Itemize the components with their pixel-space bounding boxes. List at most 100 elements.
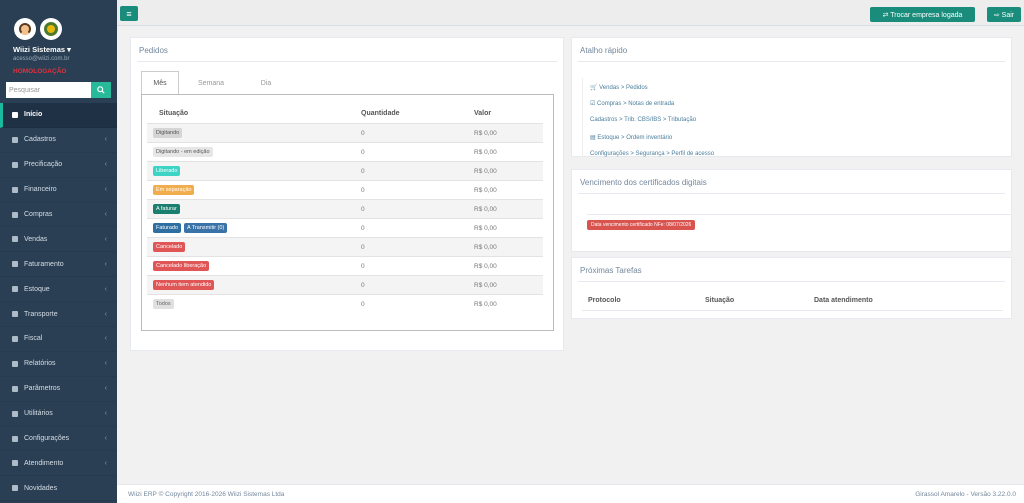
sunflower-icon	[44, 22, 58, 36]
sidebar-item-label: Vendas	[24, 235, 48, 243]
sidebar-item-14[interactable]: Atendimento ‹	[0, 451, 117, 477]
tasks-title: Próximas Tarefas	[580, 266, 642, 275]
sidebar-item-5[interactable]: Vendas ‹	[0, 227, 117, 253]
col-header-data-atendimento: Data atendimento	[814, 297, 873, 304]
sidebar-item-label: Estoque	[24, 285, 50, 293]
shortcut-cadastros-tributacao[interactable]: Cadastros > Trib. CBS/IBS > Tributação	[590, 117, 696, 123]
cart-icon	[12, 211, 18, 218]
value-cell: R$ 0,00	[474, 301, 497, 308]
shortcuts-panel: Atalho rápido 🛒 Vendas > Pedidos ☑ Compr…	[571, 37, 1012, 158]
status-badge[interactable]: Liberado	[153, 166, 181, 176]
tab-dia[interactable]: Dia	[246, 71, 286, 95]
sidebar-item-3[interactable]: Financeiro ‹	[0, 178, 117, 203]
quantity-cell: 0	[361, 263, 365, 270]
sidebar-item-label: Relatórios	[24, 360, 56, 368]
status-badge[interactable]: A Transmitir (0)	[184, 223, 228, 233]
table-row: Faturado A Transmitir (0) 0 R$ 0,00	[147, 218, 543, 237]
orders-title: Pedidos	[139, 46, 168, 55]
status-badge[interactable]: Cancelado liberação	[153, 261, 210, 271]
quantity-cell: 0	[361, 149, 365, 156]
sliders-icon	[12, 385, 18, 392]
sidebar-search	[6, 82, 111, 98]
switch-company-button[interactable]: ⇄ Trocar empresa logada	[870, 7, 975, 22]
user-face-icon	[19, 23, 31, 35]
sidebar-item-label: Faturamento	[24, 260, 64, 268]
tab-semana[interactable]: Semana	[191, 71, 231, 95]
report-icon	[12, 360, 18, 367]
chevron-left-icon: ‹	[104, 161, 107, 169]
sidebar-item-1[interactable]: Cadastros ‹	[0, 128, 117, 153]
sidebar-item-label: Compras	[24, 211, 53, 218]
shortcut-compras-notas[interactable]: ☑ Compras > Notas de entrada	[590, 100, 674, 107]
sidebar-item-13[interactable]: Configurações ‹	[0, 427, 117, 452]
value-cell: R$ 0,00	[474, 225, 497, 232]
sidebar-item-label: Atendimento	[24, 459, 64, 467]
sidebar-item-4[interactable]: Compras ‹	[0, 203, 117, 228]
price-icon	[12, 161, 18, 168]
chart-icon	[12, 261, 18, 268]
sidebar-item-label: Precificação	[24, 161, 63, 169]
chevron-left-icon: ‹	[104, 285, 107, 293]
sidebar-item-15[interactable]: Novidades	[0, 476, 117, 502]
status-badge[interactable]: Digitando	[153, 128, 183, 138]
search-button[interactable]	[91, 82, 111, 98]
footer-copyright: Wiizi ERP © Copyright 2016-2026 Wiizi Si…	[128, 491, 285, 498]
value-cell: R$ 0,00	[474, 282, 497, 289]
divider	[137, 61, 557, 62]
chevron-left-icon: ‹	[104, 260, 107, 268]
status-badge[interactable]: Todos	[153, 299, 174, 309]
table-row: Cancelado 0 R$ 0,00	[147, 237, 543, 256]
certificate-expiry-badge: Data vencimento certificado NFe: 08/07/2…	[587, 220, 696, 230]
shortcut-vendas-pedidos[interactable]: 🛒 Vendas > Pedidos	[590, 84, 648, 91]
orders-tabs: Mês Semana Dia	[141, 71, 552, 95]
sidebar-item-2[interactable]: Precificação ‹	[0, 153, 117, 178]
quantity-cell: 0	[361, 282, 365, 289]
gear-icon	[12, 435, 18, 442]
logout-button[interactable]: ⇨ Sair	[987, 7, 1021, 22]
user-name[interactable]: Wiizi Sistemas ▾	[13, 45, 71, 54]
certificates-panel: Vencimento dos certificados digitais Dat…	[571, 169, 1012, 252]
table-row: Liberado 0 R$ 0,00	[147, 161, 543, 180]
shortcut-config-perfil[interactable]: Configurações > Segurança > Perfil de ac…	[590, 151, 714, 157]
col-header-situacao: Situação	[159, 110, 189, 117]
bag-icon	[12, 236, 18, 243]
sidebar-item-0[interactable]: Início	[0, 103, 117, 128]
user-email: acesso@wiizi.com.br	[13, 56, 70, 62]
sidebar-item-label: Parâmetros	[24, 385, 61, 393]
sidebar-item-6[interactable]: Faturamento ‹	[0, 252, 117, 278]
status-badge[interactable]: Nenhum item atendido	[153, 280, 215, 290]
sidebar-item-12[interactable]: Utilitários ‹	[0, 402, 117, 427]
status-badge[interactable]: Cancelado	[153, 242, 186, 252]
chevron-left-icon: ‹	[104, 235, 107, 243]
quantity-cell: 0	[361, 187, 365, 194]
sidebar-item-8[interactable]: Transporte ‹	[0, 302, 117, 328]
tab-mes[interactable]: Mês	[141, 71, 179, 95]
table-row: Nenhum item atendido 0 R$ 0,00	[147, 275, 543, 294]
chevron-left-icon: ‹	[104, 410, 107, 418]
sidebar-item-10[interactable]: Relatórios ‹	[0, 352, 117, 377]
money-icon	[12, 186, 18, 193]
profile-area: Wiizi Sistemas ▾ acesso@wiizi.com.br HOM…	[0, 0, 117, 80]
sidebar-item-7[interactable]: Estoque ‹	[0, 277, 117, 303]
menu-toggle-button[interactable]: ≡	[120, 6, 138, 21]
topbar: ≡ ⇄ Trocar empresa logada ⇨ Sair	[117, 0, 1024, 26]
sidebar-item-label: Início	[24, 111, 43, 119]
table-row: Todos 0 R$ 0,00	[147, 294, 543, 313]
sidebar-item-9[interactable]: Fiscal ‹	[0, 327, 117, 352]
status-badge[interactable]: Digitando - em edição	[153, 147, 213, 157]
user-avatar[interactable]	[14, 18, 36, 40]
sidebar-menu: Início Cadastros ‹ Precificação ‹ Financeiro ‹…	[0, 103, 117, 502]
sidebar-item-11[interactable]: Parâmetros ‹	[0, 377, 117, 402]
status-badge[interactable]: Em separação	[153, 185, 195, 195]
shortcut-estoque-inventario[interactable]: ▤ Estoque > Ordem inventário	[590, 134, 672, 141]
quantity-cell: 0	[361, 225, 365, 232]
chevron-left-icon: ‹	[104, 435, 107, 443]
search-input[interactable]	[6, 82, 91, 98]
status-badge[interactable]: A faturar	[153, 204, 180, 214]
footer: Wiizi ERP © Copyright 2016-2026 Wiizi Si…	[117, 484, 1024, 503]
status-badge[interactable]: Faturado	[153, 223, 182, 233]
chevron-left-icon: ‹	[104, 186, 107, 194]
col-header-valor: Valor	[474, 110, 492, 117]
col-header-situacao: Situação	[705, 297, 735, 304]
chevron-left-icon: ‹	[104, 310, 107, 318]
